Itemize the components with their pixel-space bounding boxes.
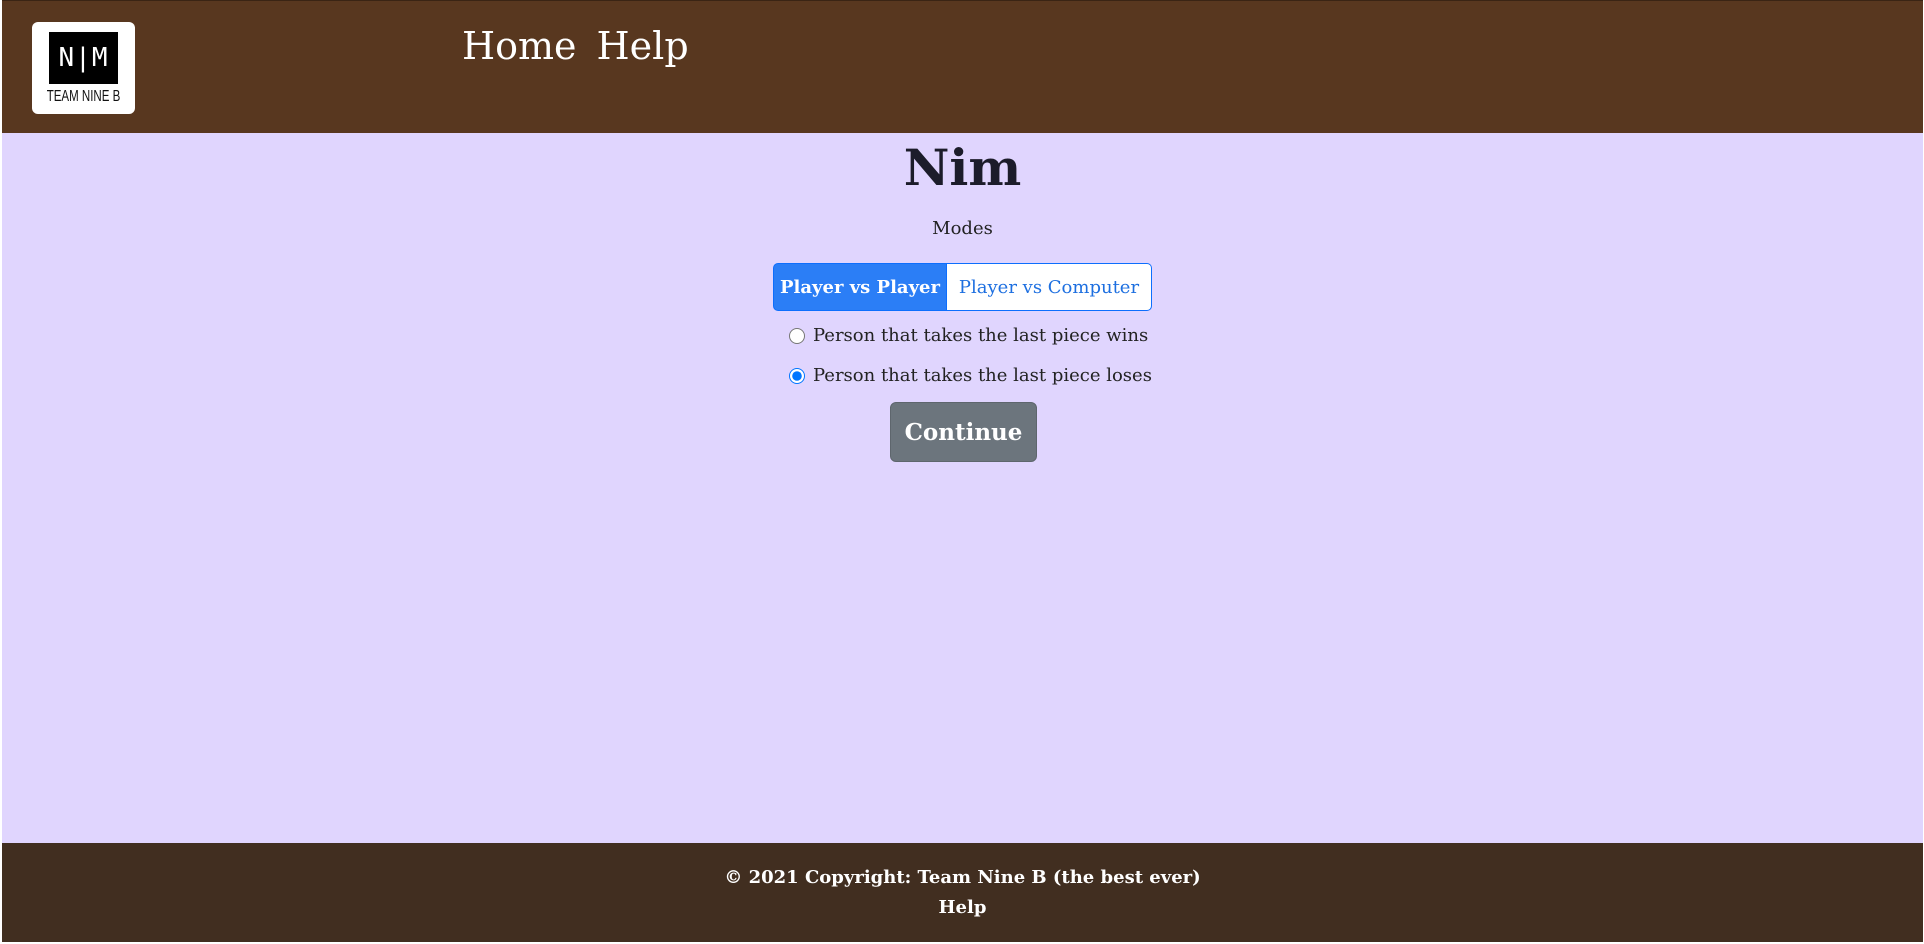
page-title: Nim [903,138,1022,197]
player-vs-computer-button[interactable]: Player vs Computer [947,263,1152,311]
rule-option-last-loses[interactable]: Person that takes the last piece loses [789,363,1152,389]
footer-help-link[interactable]: Help [2,895,1923,921]
nav-home-link[interactable]: Home [462,23,577,69]
page-frame: N|M TEAM NINE B Home Help Nim Modes Play… [2,0,1923,942]
main-content: Nim Modes Player vs Player Player vs Com… [2,133,1923,843]
continue-button[interactable]: Continue [890,402,1037,462]
copyright-text: © 2021 Copyright: Team Nine B (the best … [724,867,1201,888]
page-footer: © 2021 Copyright: Team Nine B (the best … [2,843,1923,942]
last-loses-radio[interactable] [789,368,805,384]
last-wins-radio[interactable] [789,328,805,344]
rule-option-last-wins[interactable]: Person that takes the last piece wins [789,323,1148,349]
team-logo[interactable]: N|M TEAM NINE B [32,22,135,114]
last-wins-label: Person that takes the last piece wins [813,325,1149,346]
nav-help-link[interactable]: Help [597,23,689,69]
modes-label: Modes [932,218,993,239]
main-nav: Home Help [462,23,689,69]
top-navbar: N|M TEAM NINE B Home Help [2,0,1923,133]
logo-subtitle: TEAM NINE B [46,88,121,105]
mode-toggle-group: Player vs Player Player vs Computer [773,263,1152,311]
logo-mark: N|M [49,32,118,84]
player-vs-player-button[interactable]: Player vs Player [773,263,947,311]
last-loses-label: Person that takes the last piece loses [813,365,1152,386]
